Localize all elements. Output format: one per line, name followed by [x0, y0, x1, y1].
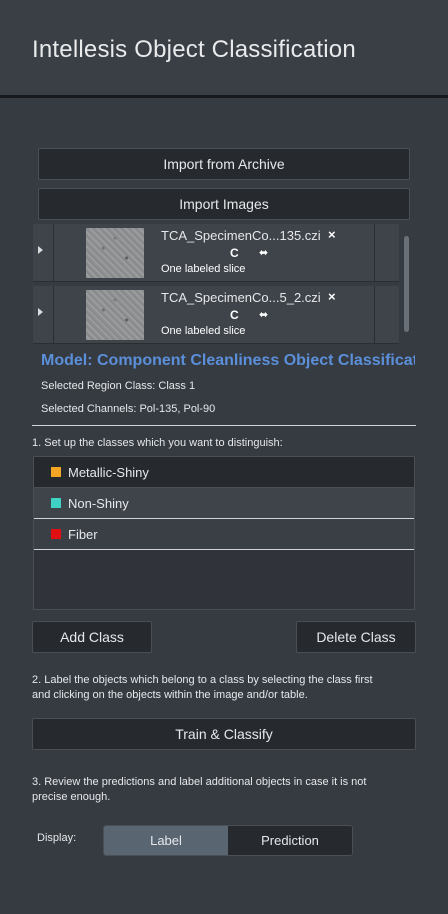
class-label: Metallic-Shiny: [68, 464, 149, 480]
train-classify-button[interactable]: Train & Classify: [32, 718, 416, 750]
class-item-metallic-shiny[interactable]: Metallic-Shiny: [34, 457, 414, 488]
add-class-button[interactable]: Add Class: [32, 621, 152, 653]
step-1-instruction: 1. Set up the classes which you want to …: [32, 437, 283, 449]
swap-icon[interactable]: ⬌: [259, 308, 268, 321]
class-color-swatch: [51, 467, 61, 477]
scrollbar-thumb[interactable]: [404, 236, 409, 332]
display-label: Display:: [37, 832, 77, 844]
image-list-item[interactable]: TCA_SpecimenCo...135.czi × C ⬌ One label…: [33, 224, 399, 282]
step-3-instruction: 3. Review the predictions and label addi…: [32, 776, 367, 803]
image-list: TCA_SpecimenCo...135.czi × C ⬌ One label…: [33, 224, 411, 344]
page-title: Intellesis Object Classification: [32, 36, 356, 63]
channel-indicator[interactable]: C: [230, 308, 239, 322]
expand-arrow-icon[interactable]: [38, 308, 43, 316]
slice-note: One labeled slice: [161, 263, 246, 275]
class-item-non-shiny[interactable]: Non-Shiny: [34, 488, 414, 519]
class-label: Fiber: [68, 526, 98, 542]
class-item-fiber[interactable]: Fiber: [34, 519, 414, 550]
class-color-swatch: [51, 498, 61, 508]
display-option-prediction[interactable]: Prediction: [228, 826, 352, 855]
model-name: Model: Component Cleanliness Object Clas…: [41, 352, 415, 369]
close-icon[interactable]: ×: [328, 289, 336, 304]
image-thumbnail: [86, 290, 144, 340]
expand-arrow-icon[interactable]: [38, 246, 43, 254]
section-divider: [32, 425, 416, 426]
import-from-archive-button[interactable]: Import from Archive: [38, 148, 410, 180]
selected-region-class: Selected Region Class: Class 1: [41, 380, 196, 392]
file-name: TCA_SpecimenCo...135.czi: [161, 228, 321, 243]
header-divider: [0, 95, 448, 98]
delete-class-button[interactable]: Delete Class: [296, 621, 416, 653]
display-toggle: Label Prediction: [103, 825, 353, 856]
class-list: Metallic-Shiny Non-Shiny Fiber: [33, 456, 415, 610]
channel-indicator[interactable]: C: [230, 246, 239, 260]
swap-icon[interactable]: ⬌: [259, 246, 268, 259]
file-name: TCA_SpecimenCo...5_2.czi: [161, 290, 321, 305]
app-header: Intellesis Object Classification: [0, 0, 448, 96]
display-option-label[interactable]: Label: [104, 826, 228, 855]
import-images-button[interactable]: Import Images: [38, 188, 410, 220]
selected-channels: Selected Channels: Pol-135, Pol-90: [41, 403, 216, 415]
step-2-instruction: 2. Label the objects which belong to a c…: [32, 674, 373, 701]
class-label: Non-Shiny: [68, 495, 129, 511]
class-color-swatch: [51, 529, 61, 539]
slice-note: One labeled slice: [161, 325, 246, 337]
image-list-item[interactable]: TCA_SpecimenCo...5_2.czi × C ⬌ One label…: [33, 286, 399, 344]
close-icon[interactable]: ×: [328, 227, 336, 242]
image-thumbnail: [86, 228, 144, 278]
